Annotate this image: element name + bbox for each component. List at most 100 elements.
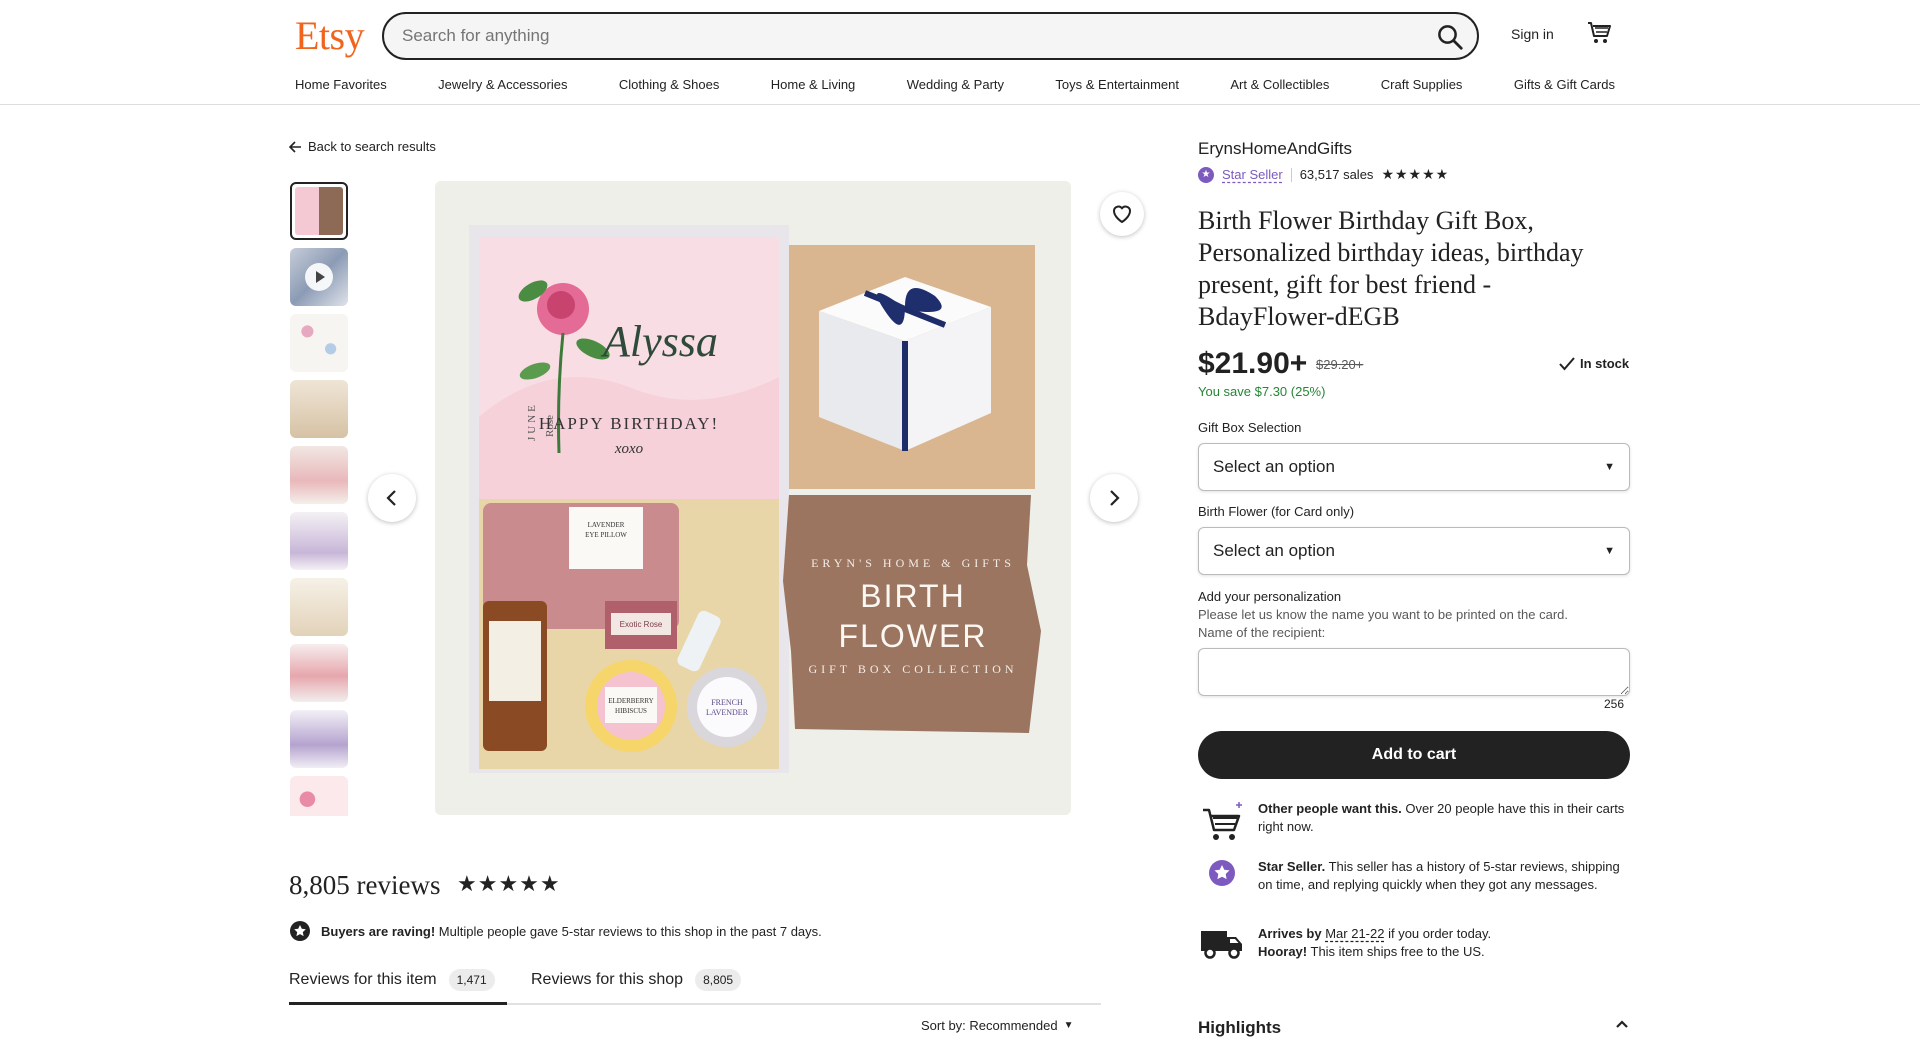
feature-demand-text: Other people want this. Over 20 people h… bbox=[1258, 800, 1630, 844]
thumbnail-3[interactable] bbox=[290, 314, 348, 372]
card-xoxo-text: xoxo bbox=[614, 441, 644, 457]
personalization-hint-1: Please let us know the name you want to … bbox=[1198, 607, 1569, 622]
product-photo: Alyssa JUNE Rose HAPPY BIRTHDAY! xoxo LA… bbox=[435, 181, 1071, 815]
star-seller-badge-icon bbox=[1209, 860, 1235, 886]
price: $21.90+ bbox=[1198, 347, 1308, 380]
search-input[interactable] bbox=[402, 24, 1382, 48]
nav-craft-supplies[interactable]: Craft Supplies bbox=[1381, 77, 1463, 97]
nav-toys-entertainment[interactable]: Toys & Entertainment bbox=[1055, 77, 1179, 97]
brand-line-text: ERYN'S HOME & GIFTS bbox=[811, 556, 1015, 570]
nav-art-collectibles[interactable]: Art & Collectibles bbox=[1230, 77, 1329, 97]
listing-title: Birth Flower Birthday Gift Box, Personal… bbox=[1198, 206, 1584, 331]
thumbnail-10[interactable] bbox=[290, 776, 348, 816]
sort-dropdown[interactable]: Sort by: Recommended ▼ bbox=[921, 1018, 1073, 1033]
nav-home-favorites[interactable]: Home Favorites bbox=[295, 77, 387, 97]
next-image-button[interactable] bbox=[1090, 474, 1138, 522]
feature-delivery-bold: Arrives by bbox=[1258, 926, 1322, 941]
back-to-results-link[interactable]: Back to search results bbox=[289, 139, 436, 154]
highlights-toggle[interactable]: Highlights bbox=[1198, 1018, 1630, 1038]
thumbnail-video[interactable] bbox=[290, 248, 348, 306]
divider bbox=[1290, 167, 1292, 182]
thumbnail-7[interactable] bbox=[290, 578, 348, 636]
play-icon bbox=[305, 263, 333, 291]
original-price: $29.20+ bbox=[1316, 357, 1364, 372]
nav-jewelry-accessories[interactable]: Jewelry & Accessories bbox=[438, 77, 567, 97]
etsy-logo[interactable]: Etsy bbox=[295, 12, 365, 59]
add-to-cart-button[interactable]: Add to cart bbox=[1198, 731, 1630, 779]
character-count: 256 bbox=[1604, 697, 1625, 711]
chevron-right-icon bbox=[1110, 490, 1120, 506]
raving-detail: Multiple people gave 5-star reviews to t… bbox=[435, 923, 822, 939]
favorite-button[interactable] bbox=[1100, 192, 1144, 236]
savings-text: You save $7.30 (25%) bbox=[1198, 384, 1326, 399]
thumbnail-8[interactable] bbox=[290, 644, 348, 702]
tab-reviews-item[interactable]: Reviews for this item 1,471 bbox=[289, 969, 495, 991]
nav-clothing-shoes[interactable]: Clothing & Shoes bbox=[619, 77, 719, 97]
feature-delivery: Arrives by Mar 21-22 if you order today.… bbox=[1198, 925, 1630, 969]
personalization-hint-2: Name of the recipient: bbox=[1198, 625, 1326, 640]
nav-home-living[interactable]: Home & Living bbox=[771, 77, 856, 97]
nav-wedding-party[interactable]: Wedding & Party bbox=[907, 77, 1004, 97]
tab-reviews-shop-count: 8,805 bbox=[695, 969, 742, 991]
reviews-stars: ★★★★★ bbox=[457, 871, 561, 896]
gift-box-selection-select[interactable]: Select an option ▼ bbox=[1198, 443, 1630, 491]
highlights-label: Highlights bbox=[1198, 1018, 1282, 1037]
sort-label: Sort by: Recommended bbox=[921, 1018, 1058, 1033]
birth-flower-select[interactable]: Select an option ▼ bbox=[1198, 527, 1630, 575]
review-tabs: Reviews for this item 1,471 Reviews for … bbox=[289, 963, 1101, 1005]
prev-image-button[interactable] bbox=[368, 474, 416, 522]
thumbnail-5[interactable] bbox=[290, 446, 348, 504]
caret-down-icon: ▼ bbox=[1604, 545, 1615, 557]
tab-reviews-shop[interactable]: Reviews for this shop 8,805 bbox=[531, 969, 742, 991]
thumbnail-4[interactable] bbox=[290, 380, 348, 438]
feature-demand: Other people want this. Over 20 people h… bbox=[1198, 800, 1630, 844]
soap-label: Exotic Rose bbox=[620, 620, 663, 629]
seller-info-row: ★ Star Seller 63,517 sales ★★★★★ bbox=[1198, 166, 1449, 183]
cart-icon[interactable] bbox=[1586, 20, 1612, 46]
truck-icon bbox=[1201, 931, 1242, 959]
birth-flower-label: Birth Flower (for Card only) bbox=[1198, 504, 1355, 519]
tab-reviews-item-label: Reviews for this item bbox=[289, 971, 437, 988]
star-seller-badge-icon: ★ bbox=[1198, 166, 1214, 183]
thumbnail-6[interactable] bbox=[290, 512, 348, 570]
feature-star-seller-text: Star Seller. This seller has a history o… bbox=[1258, 858, 1630, 902]
arrow-left-icon bbox=[289, 140, 301, 153]
sign-in-link[interactable]: Sign in bbox=[1511, 26, 1554, 42]
feature-star-seller-bold: Star Seller. bbox=[1258, 859, 1326, 874]
personalization-label: Add your personalization bbox=[1198, 589, 1342, 604]
shop-name-link[interactable]: ErynsHomeAndGifts bbox=[1198, 139, 1352, 159]
feature-shipping-bold: Hooray! bbox=[1258, 944, 1308, 959]
thumbnail-1[interactable] bbox=[290, 182, 348, 240]
chevron-left-icon bbox=[386, 490, 396, 506]
active-tab-underline bbox=[289, 1002, 507, 1005]
headline-flower-text: FLOWER bbox=[839, 618, 988, 654]
tea-label-2: HIBISCUS bbox=[615, 707, 647, 715]
gift-box-selection-label: Gift Box Selection bbox=[1198, 420, 1302, 435]
category-nav: Home Favorites Jewelry & Accessories Clo… bbox=[295, 77, 1615, 97]
raving-badge-icon bbox=[290, 921, 310, 941]
shop-rating-stars[interactable]: ★★★★★ bbox=[1381, 166, 1449, 183]
star-seller-link[interactable]: Star Seller bbox=[1222, 167, 1283, 182]
feature-shipping-detail: This item ships free to the US. bbox=[1307, 944, 1485, 959]
nav-gifts-gift-cards[interactable]: Gifts & Gift Cards bbox=[1514, 77, 1615, 97]
search-icon[interactable] bbox=[1435, 22, 1465, 52]
delivery-date[interactable]: Mar 21-22 bbox=[1325, 926, 1384, 941]
heart-icon bbox=[1112, 205, 1132, 224]
birth-flower-value: Select an option bbox=[1213, 541, 1335, 560]
feature-delivery-detail: if you order today. bbox=[1384, 926, 1492, 941]
candle-label-1: FRENCH bbox=[711, 698, 743, 707]
headline-birth-text: BIRTH bbox=[860, 578, 965, 614]
feature-star-seller: Star Seller. This seller has a history o… bbox=[1198, 858, 1630, 902]
raving-bold: Buyers are raving! bbox=[321, 923, 436, 939]
caret-down-icon: ▼ bbox=[1604, 461, 1615, 473]
back-link-label: Back to search results bbox=[308, 139, 436, 154]
card-name-text: Alyssa bbox=[600, 317, 718, 366]
collection-line-text: GIFT BOX COLLECTION bbox=[808, 662, 1017, 676]
card-month-text: JUNE bbox=[526, 402, 538, 441]
thumbnail-9[interactable] bbox=[290, 710, 348, 768]
search-bar[interactable] bbox=[382, 12, 1479, 60]
personalization-input[interactable] bbox=[1198, 648, 1630, 696]
feature-demand-bold: Other people want this. bbox=[1258, 801, 1402, 816]
raving-text: Buyers are raving! Multiple people gave … bbox=[321, 924, 822, 939]
cart-sparkle-icon bbox=[1203, 802, 1242, 840]
